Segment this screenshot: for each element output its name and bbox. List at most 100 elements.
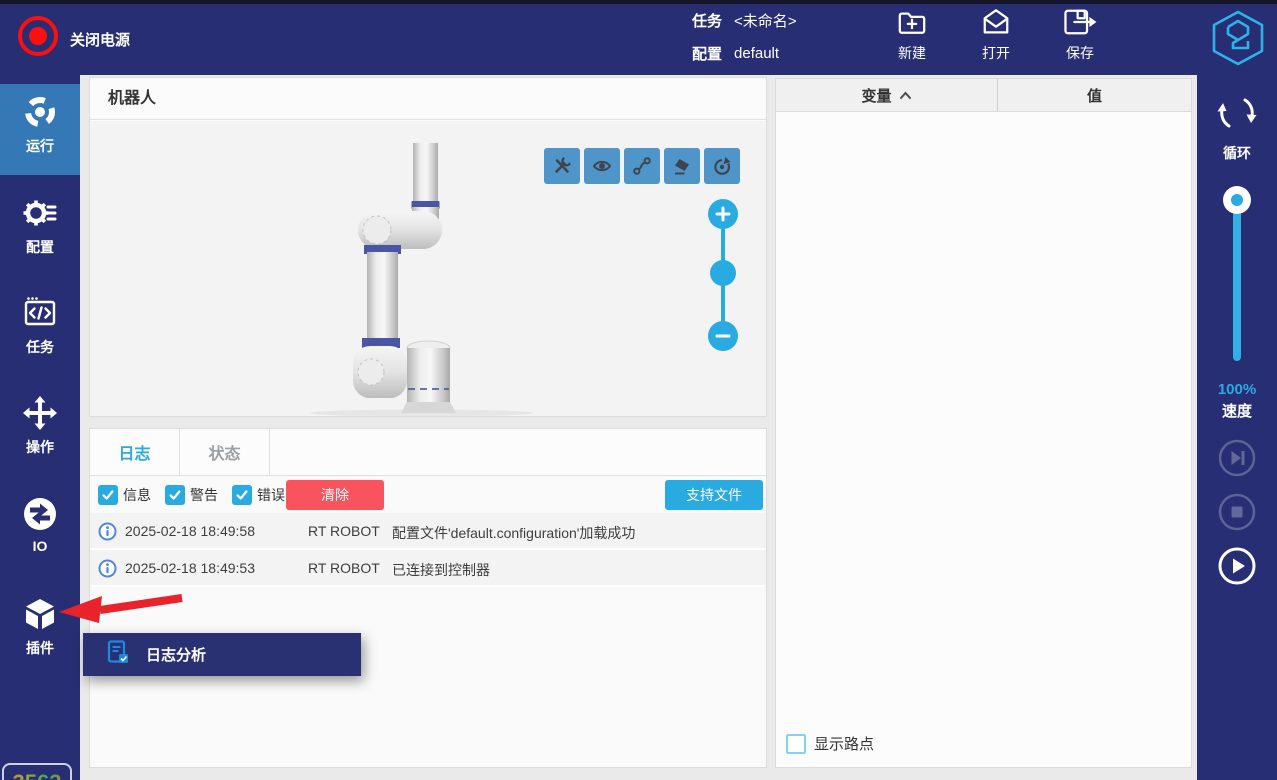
log-timestamp: 2025-02-18 18:49:53 (125, 560, 255, 576)
task-label: 任务 (692, 10, 722, 31)
code-window-icon (22, 293, 58, 333)
sidebar-item-operate[interactable]: 操作 (0, 385, 80, 476)
sidebar-item-label: 任务 (26, 337, 54, 357)
log-source: RT ROBOT (308, 560, 380, 576)
speed-percent: 100% (1197, 381, 1277, 398)
filter-info-label: 信息 (123, 485, 151, 505)
log-panel: 日志 状态 信息 警告 错误 清除 支 (89, 428, 767, 768)
checkbox-checked-icon (165, 485, 185, 505)
new-task-label: 新建 (898, 43, 926, 63)
log-entry-row[interactable]: 2025-02-18 18:49:58 RT ROBOT 配置文件'defaul… (90, 513, 766, 550)
checkbox-checked-icon (232, 485, 252, 505)
slider-knob-dot (1231, 194, 1243, 206)
log-document-icon (107, 640, 129, 670)
speed-slider-track[interactable] (1233, 197, 1241, 361)
value-column-label: 值 (1087, 85, 1102, 106)
log-source: RT ROBOT (308, 523, 380, 539)
sidebar-item-label: IO (33, 538, 48, 554)
filter-error-checkbox[interactable]: 错误 (232, 485, 285, 505)
filter-error-label: 错误 (257, 485, 285, 505)
sidebar-item-label: 运行 (26, 136, 54, 156)
new-task-button[interactable]: 新建 (886, 7, 938, 63)
stop-button[interactable] (1218, 493, 1256, 531)
zoom-out-button[interactable] (708, 321, 738, 351)
file-actions: 新建 打开 保存 (886, 7, 1106, 63)
loop-mode-button[interactable]: 循环 (1197, 91, 1277, 163)
view-toolbar (544, 148, 740, 184)
step-forward-button[interactable] (1218, 439, 1256, 477)
filter-warning-checkbox[interactable]: 警告 (165, 485, 218, 505)
trajectory-path-button[interactable] (624, 148, 660, 184)
variable-column-label: 变量 (861, 85, 891, 106)
zoom-control (707, 199, 739, 351)
info-icon (98, 522, 117, 544)
sidebar-item-config[interactable]: 配置 (0, 185, 80, 276)
top-window-strip (0, 0, 1277, 4)
io-swap-icon (21, 494, 59, 534)
filter-info-checkbox[interactable]: 信息 (98, 485, 151, 505)
open-task-label: 打开 (982, 43, 1010, 63)
show-waypoints-label: 显示路点 (814, 733, 874, 754)
power-off-button[interactable] (18, 16, 58, 56)
sidebar-item-task[interactable]: 任务 (0, 285, 80, 376)
move-arrows-icon (21, 393, 59, 433)
top-bar: 关闭电源 任务 <未命名> 配置 default 新建 (0, 0, 1277, 75)
log-analysis-label: 日志分析 (146, 644, 206, 665)
log-entry-row[interactable]: 2025-02-18 18:49:53 RT ROBOT 已连接到控制器 (90, 550, 766, 587)
variable-panel: 变量 值 显示路点 (775, 78, 1192, 768)
sidebar-item-plugin[interactable]: 插件 (0, 586, 80, 677)
robot-panel: 机器人 (89, 77, 767, 417)
brand-logo-icon (1206, 6, 1270, 70)
run-icon (21, 92, 59, 132)
power-off-label: 关闭电源 (70, 29, 130, 50)
open-task-button[interactable]: 打开 (970, 7, 1022, 63)
plugin-menu-item-log-analysis[interactable]: 日志分析 (83, 633, 361, 676)
log-message: 配置文件'default.configuration'加载成功 (392, 523, 635, 543)
loop-cycle-icon (1215, 91, 1259, 135)
sidebar-item-run[interactable]: 运行 (0, 84, 80, 175)
save-task-label: 保存 (1066, 43, 1094, 63)
right-sidebar: 循环 100% 速度 (1197, 75, 1277, 780)
log-message: 已连接到控制器 (392, 560, 490, 580)
info-icon (98, 559, 117, 581)
log-tabs: 日志 状态 (90, 429, 766, 476)
support-file-button[interactable]: 支持文件 (665, 480, 763, 510)
log-filter-row: 信息 警告 错误 清除 支持文件 (90, 476, 766, 513)
speed-slider-knob[interactable] (1223, 186, 1251, 214)
plugin-cube-icon (21, 594, 59, 634)
log-timestamp: 2025-02-18 18:49:58 (125, 523, 255, 539)
save-task-button[interactable]: 保存 (1054, 7, 1106, 63)
variable-table-header: 变量 值 (776, 79, 1191, 112)
checkbox-checked-icon (98, 485, 118, 505)
tools-button[interactable] (544, 148, 580, 184)
new-folder-icon (897, 7, 927, 40)
zoom-in-button[interactable] (708, 199, 738, 229)
rotate-view-button[interactable] (704, 148, 740, 184)
filter-warning-label: 警告 (190, 485, 218, 505)
task-config-info: 任务 <未命名> 配置 default (692, 11, 797, 62)
show-waypoints-checkbox[interactable]: 显示路点 (786, 733, 874, 754)
sidebar-item-label: 配置 (26, 237, 54, 257)
left-sidebar: 运行 配置 (0, 75, 80, 780)
save-icon (1062, 7, 1098, 40)
checkbox-unchecked-icon (786, 734, 806, 754)
power-icon (29, 27, 47, 45)
status-badge: 3563 (2, 763, 72, 780)
config-value: default (734, 45, 779, 62)
sidebar-item-label: 插件 (26, 638, 54, 658)
column-header-variable[interactable]: 变量 (776, 79, 998, 111)
eraser-button[interactable] (664, 148, 700, 184)
sidebar-item-io[interactable]: IO (0, 486, 80, 577)
loop-label: 循环 (1197, 143, 1277, 163)
tab-status[interactable]: 状态 (180, 429, 270, 475)
clear-log-button[interactable]: 清除 (286, 480, 384, 510)
column-header-value: 值 (998, 79, 1191, 111)
tab-log[interactable]: 日志 (90, 429, 180, 475)
robot-3d-view[interactable] (90, 121, 766, 416)
gear-icon (22, 193, 58, 233)
zoom-slider-knob[interactable] (710, 260, 736, 286)
play-button[interactable] (1218, 547, 1256, 585)
task-value: <未命名> (734, 10, 797, 31)
sidebar-item-label: 操作 (26, 437, 54, 457)
visibility-eye-button[interactable] (584, 148, 620, 184)
